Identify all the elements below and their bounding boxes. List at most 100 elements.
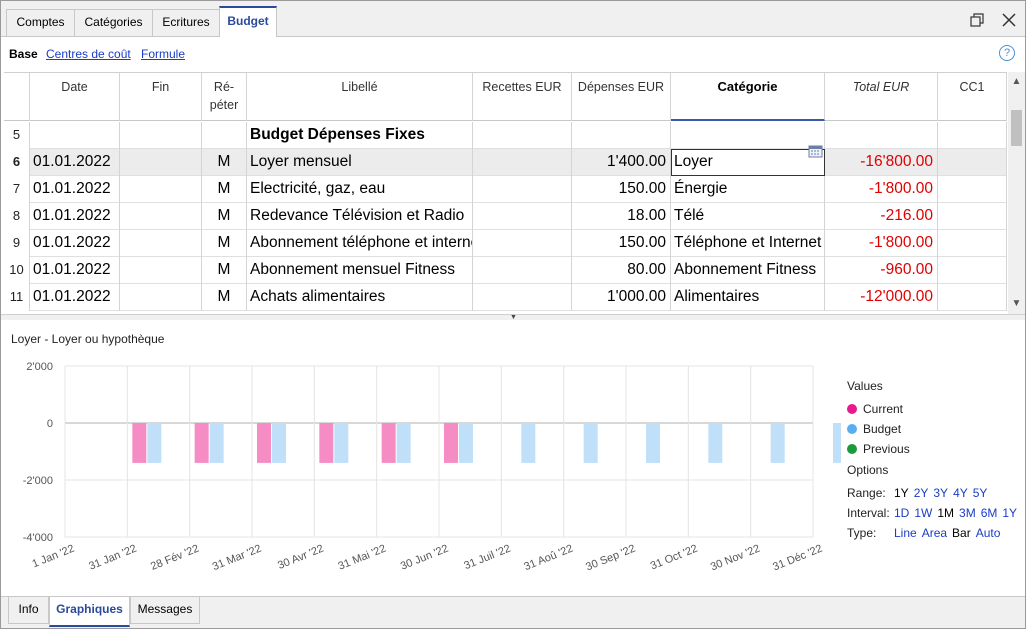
cell-recettes[interactable] xyxy=(473,149,572,176)
table-row-current[interactable]: 6 01.01.2022 M Loyer mensuel 1'400.00 Lo… xyxy=(4,149,1007,176)
cell-date[interactable]: 01.01.2022 xyxy=(30,284,120,311)
cell-date[interactable]: 01.01.2022 xyxy=(30,176,120,203)
tab-ecritures[interactable]: Ecritures xyxy=(152,9,220,36)
table-row[interactable]: 9 01.01.2022 M Abonnement téléphone et i… xyxy=(4,230,1007,257)
cell-categorie[interactable]: Téléphone et Internet xyxy=(671,230,825,257)
cell-date[interactable]: 01.01.2022 xyxy=(30,203,120,230)
cell-cc1[interactable] xyxy=(938,149,1007,176)
col-depenses-header[interactable]: Dépenses EUR xyxy=(572,73,671,121)
tab-comptes[interactable]: Comptes xyxy=(6,9,75,36)
cell-cc1[interactable] xyxy=(938,122,1007,149)
scroll-down-icon[interactable]: ▼ xyxy=(1008,296,1025,312)
tab-graphiques[interactable]: Graphiques xyxy=(49,597,130,627)
restore-window-icon[interactable] xyxy=(969,11,987,29)
cell-libelle[interactable]: Loyer mensuel xyxy=(247,149,473,176)
col-libelle-header[interactable]: Libellé xyxy=(247,73,473,121)
legend-item-previous[interactable]: Previous xyxy=(847,439,1022,459)
col-date-header[interactable]: Date xyxy=(30,73,120,121)
cell-repeter[interactable]: M xyxy=(202,284,247,311)
cell-repeter[interactable]: M xyxy=(202,230,247,257)
cell-depenses[interactable] xyxy=(572,122,671,149)
col-total-header[interactable]: Total EUR xyxy=(825,73,938,121)
cell-recettes[interactable] xyxy=(473,203,572,230)
view-formule[interactable]: Formule xyxy=(141,47,185,61)
cell-total[interactable]: -1'800.00 xyxy=(825,230,938,257)
cell-repeter[interactable]: M xyxy=(202,149,247,176)
cell-depenses[interactable]: 150.00 xyxy=(572,230,671,257)
view-base[interactable]: Base xyxy=(9,47,38,61)
cell-depenses[interactable]: 80.00 xyxy=(572,257,671,284)
range-option[interactable]: 5Y xyxy=(973,486,988,500)
cell-cc1[interactable] xyxy=(938,176,1007,203)
range-option[interactable]: 1Y xyxy=(894,486,909,500)
cell-date[interactable]: 01.01.2022 xyxy=(30,149,120,176)
cell-repeter[interactable]: M xyxy=(202,257,247,284)
col-repeter-header[interactable]: Ré- péter xyxy=(202,73,247,121)
cell-depenses[interactable]: 150.00 xyxy=(572,176,671,203)
interval-option[interactable]: 1D xyxy=(894,506,909,520)
cell-cc1[interactable] xyxy=(938,203,1007,230)
table-row[interactable]: 10 01.01.2022 M Abonnement mensuel Fitne… xyxy=(4,257,1007,284)
scrollbar-thumb[interactable] xyxy=(1011,110,1022,146)
cell-categorie[interactable]: Alimentaires xyxy=(671,284,825,311)
legend-item-current[interactable]: Current xyxy=(847,399,1022,419)
cell-total[interactable]: -216.00 xyxy=(825,203,938,230)
cell-fin[interactable] xyxy=(120,230,202,257)
cell-date[interactable] xyxy=(30,122,120,149)
range-option[interactable]: 2Y xyxy=(914,486,929,500)
cell-fin[interactable] xyxy=(120,176,202,203)
cell-libelle[interactable]: Redevance Télévision et Radio xyxy=(247,203,473,230)
cell-cc1[interactable] xyxy=(938,284,1007,311)
type-option[interactable]: Bar xyxy=(952,526,971,540)
cell-fin[interactable] xyxy=(120,257,202,284)
cell-recettes[interactable] xyxy=(473,176,572,203)
interval-option[interactable]: 1M xyxy=(937,506,954,520)
interval-option[interactable]: 1W xyxy=(914,506,932,520)
view-centres-de-cout[interactable]: Centres de coût xyxy=(46,47,131,61)
cell-libelle[interactable]: Budget Dépenses Fixes xyxy=(247,122,473,149)
range-option[interactable]: 4Y xyxy=(953,486,968,500)
help-icon[interactable]: ? xyxy=(999,45,1015,61)
cell-cc1[interactable] xyxy=(938,257,1007,284)
tab-categories[interactable]: Catégories xyxy=(74,9,153,36)
type-option[interactable]: Auto xyxy=(976,526,1001,540)
cell-date[interactable]: 01.01.2022 xyxy=(30,230,120,257)
close-icon[interactable] xyxy=(1000,11,1018,29)
cell-total[interactable]: -1'800.00 xyxy=(825,176,938,203)
interval-option[interactable]: 1Y xyxy=(1002,506,1017,520)
cell-total[interactable]: -16'800.00 xyxy=(825,149,938,176)
scroll-up-icon[interactable]: ▲ xyxy=(1008,74,1025,90)
cell-libelle[interactable]: Abonnement téléphone et internet xyxy=(247,230,473,257)
cell-date[interactable]: 01.01.2022 xyxy=(30,257,120,284)
tab-info[interactable]: Info xyxy=(8,597,49,624)
cell-categorie[interactable]: Énergie xyxy=(671,176,825,203)
interval-option[interactable]: 3M xyxy=(959,506,976,520)
cell-recettes[interactable] xyxy=(473,122,572,149)
col-recettes-header[interactable]: Recettes EUR xyxy=(473,73,572,121)
cell-categorie-editing[interactable]: Loyer xyxy=(671,149,825,176)
cell-recettes[interactable] xyxy=(473,230,572,257)
cell-fin[interactable] xyxy=(120,122,202,149)
cell-categorie[interactable]: Abonnement Fitness xyxy=(671,257,825,284)
table-row[interactable]: 7 01.01.2022 M Electricité, gaz, eau 150… xyxy=(4,176,1007,203)
calendar-icon[interactable] xyxy=(808,145,824,158)
type-option[interactable]: Area xyxy=(922,526,947,540)
cell-total[interactable]: -12'000.00 xyxy=(825,284,938,311)
cell-total[interactable] xyxy=(825,122,938,149)
col-cc1-header[interactable]: CC1 xyxy=(938,73,1007,121)
cell-repeter[interactable]: M xyxy=(202,176,247,203)
cell-categorie[interactable] xyxy=(671,122,825,149)
col-categorie-header[interactable]: Catégorie xyxy=(671,73,825,121)
cell-fin[interactable] xyxy=(120,284,202,311)
cell-repeter[interactable] xyxy=(202,122,247,149)
tab-messages[interactable]: Messages xyxy=(130,597,200,624)
table-row[interactable]: 5 Budget Dépenses Fixes xyxy=(4,122,1007,149)
cell-libelle[interactable]: Achats alimentaires xyxy=(247,284,473,311)
table-row[interactable]: 11 01.01.2022 M Achats alimentaires 1'00… xyxy=(4,284,1007,311)
col-fin-header[interactable]: Fin xyxy=(120,73,202,121)
vertical-scrollbar[interactable]: ▲ ▼ xyxy=(1008,72,1025,314)
cell-recettes[interactable] xyxy=(473,257,572,284)
cell-libelle[interactable]: Abonnement mensuel Fitness xyxy=(247,257,473,284)
table-row[interactable]: 8 01.01.2022 M Redevance Télévision et R… xyxy=(4,203,1007,230)
interval-option[interactable]: 6M xyxy=(981,506,998,520)
